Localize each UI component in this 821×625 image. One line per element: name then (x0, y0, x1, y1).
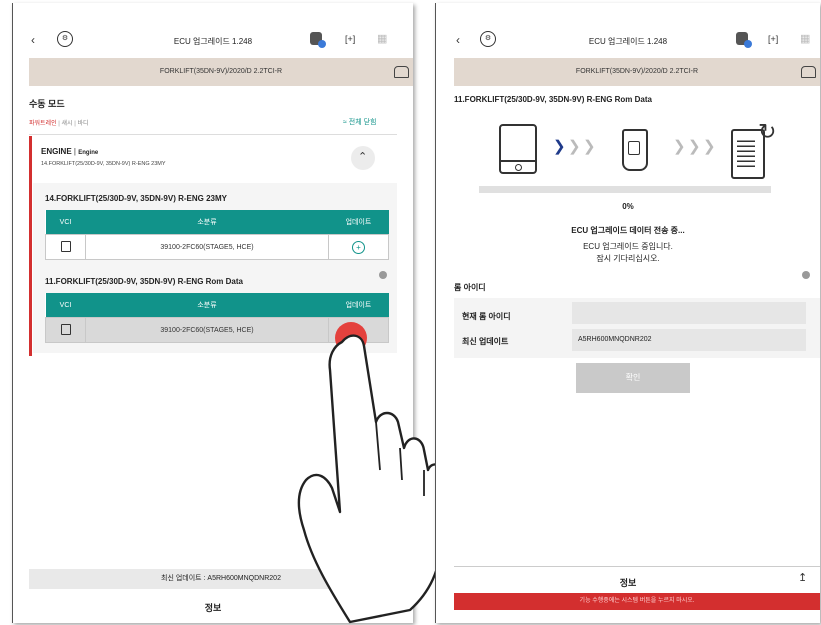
progress-percent: 0% (622, 202, 634, 211)
col-update: 업데이트 (328, 210, 389, 235)
capture-icon[interactable]: [+] (345, 35, 355, 44)
col-subclass: 소분류 (85, 210, 329, 235)
progress-arrow-icon: ❯ (583, 138, 596, 155)
car-icon[interactable] (801, 66, 816, 78)
progress-arrow-icon: ❯ (703, 138, 716, 155)
table-cell: + (328, 234, 389, 260)
bluetooth-badge-icon (744, 40, 752, 48)
vehicle-info: FORKLIFT(35DN-9V)/2020/D 2.2TCI-R (575, 68, 699, 75)
col-update: 업데이트 (328, 293, 389, 318)
selected-indicator (29, 136, 32, 356)
refresh-arrow-icon: ↻ (758, 119, 777, 144)
rom-section-title: 롬 아이디 (454, 283, 486, 292)
divider (29, 134, 397, 135)
collapse-all-label: 전체 닫힘 (348, 119, 377, 126)
hand-pointer-illustration (297, 334, 446, 624)
col-vci: VCI (45, 293, 86, 318)
top-bar: ‹ ⚙ ECU 업그레이드 1.248 [+] ▦ (436, 3, 820, 53)
vehicle-info-bar: FORKLIFT(35DN-9V)/2020/D 2.2TCI-R (29, 58, 413, 86)
page-title: ECU 업그레이드 1.248 (588, 37, 668, 46)
filter-body[interactable]: 바디 (77, 121, 88, 127)
collapse-all-button[interactable]: ≈ 전체 닫힘 (343, 117, 377, 127)
chevron-up-icon: ⌃ (358, 151, 368, 163)
system-name: ENGINE | Engine (41, 147, 99, 156)
filter-chassis[interactable]: 섀시 (62, 121, 73, 127)
item-title: 11.FORKLIFT(25/30D-9V, 35DN-9V) R-ENG Ro… (45, 277, 243, 286)
confirm-button[interactable]: 확인 (576, 363, 690, 393)
rom-title: 11.FORKLIFT(25/30D-9V, 35DN-9V) R-ENG Ro… (454, 95, 652, 104)
latest-update-label: 최신 업데이트 (462, 337, 509, 346)
table-cell: 39100-2FC60(STAGE5, HCE) (85, 234, 329, 260)
vehicle-info: FORKLIFT(35DN-9V)/2020/D 2.2TCI-R (159, 68, 283, 75)
collapse-button[interactable]: ⌃ (351, 146, 375, 170)
vci-device-icon (60, 240, 71, 252)
progress-arrow-icon: ❯ (673, 138, 686, 155)
scroll-dot[interactable] (379, 271, 387, 279)
col-subclass: 소분류 (85, 293, 329, 318)
expand-icon[interactable]: ↥ (798, 573, 807, 584)
progress-arrow-icon: ❯ (568, 138, 581, 155)
latest-update-value: A5RH600MNQDNR202 (572, 329, 806, 351)
update-icon[interactable]: + (352, 240, 365, 254)
current-rom-value (572, 302, 806, 324)
vci-device-icon (60, 323, 71, 335)
top-bar: ‹ ⚙ ECU 업그레이드 1.248 [+] ▦ (13, 3, 413, 53)
grid-menu-icon[interactable]: ▦ (800, 34, 810, 45)
category-filters: 파워트레인 | 섀시 | 바디 (29, 121, 89, 127)
progress-arrow-icon: ❯ (688, 138, 701, 155)
grid-menu-icon[interactable]: ▦ (377, 34, 387, 45)
capture-icon[interactable]: [+] (768, 35, 778, 44)
mode-title: 수동 모드 (29, 99, 65, 109)
info-tab[interactable]: 정보 (436, 576, 820, 589)
table-cell (45, 234, 86, 260)
item-table: VCI 소분류 업데이트 39100-2FC60(STAGE5, HCE) + (45, 210, 389, 260)
filter-powertrain[interactable]: 파워트레인 (29, 121, 57, 127)
item-title: 14.FORKLIFT(25/30D-9V, 35DN-9V) R-ENG 23… (45, 194, 227, 203)
car-icon[interactable] (394, 66, 409, 78)
current-rom-label: 현재 롬 아이디 (462, 312, 511, 321)
vehicle-info-bar: FORKLIFT(35DN-9V)/2020/D 2.2TCI-R (454, 58, 820, 86)
bluetooth-badge-icon (318, 40, 326, 48)
divider (454, 566, 820, 567)
double-chevron-up-icon: ≈ (343, 119, 347, 126)
right-tablet-screen: ‹ ⚙ ECU 업그레이드 1.248 [+] ▦ FORKLIFT(35DN-… (435, 3, 820, 623)
warning-bar: 기능 수행중에는 시스템 버튼을 누르지 마시오. (454, 593, 820, 610)
vci-connector-icon (622, 129, 648, 171)
scroll-dot[interactable] (802, 271, 810, 279)
col-vci: VCI (45, 210, 86, 235)
progress-arrow-icon: ❯ (553, 138, 566, 155)
status-line1: ECU 업그레이드 중입니다. (583, 242, 673, 251)
status-line2: 잠시 기다리십시오. (596, 254, 660, 263)
progress-bar (479, 186, 771, 193)
system-desc: 14.FORKLIFT(25/30D-9V, 35DN-9V) R-ENG 23… (41, 161, 166, 167)
status-title: ECU 업그레이드 데이터 전송 중... (571, 226, 685, 235)
tablet-icon (499, 124, 537, 174)
table-cell (45, 317, 86, 343)
